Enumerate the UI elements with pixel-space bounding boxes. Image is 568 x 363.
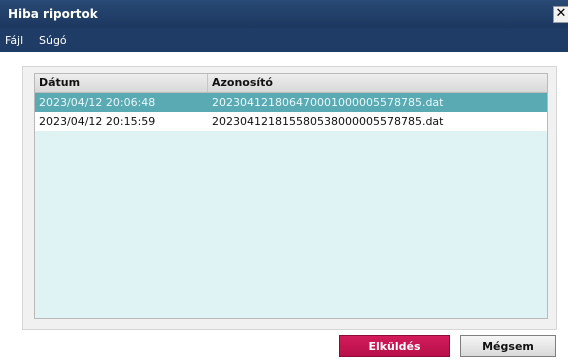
menu-item-file[interactable]: Fájl	[5, 34, 23, 47]
table-row[interactable]: 2023/04/12 20:15:59 20230412181558053800…	[35, 112, 547, 131]
close-icon: ✕	[555, 6, 567, 21]
table-row-selected[interactable]: 2023/04/12 20:06:48 20230412180647000100…	[35, 93, 547, 112]
reports-table: Dátum Azonosító 2023/04/12 20:06:48 2023…	[34, 73, 548, 319]
menu-item-help[interactable]: Súgó	[39, 34, 67, 47]
cell-date: 2023/04/12 20:15:59	[39, 115, 156, 128]
window-title: Hiba riportok	[8, 7, 98, 21]
send-button[interactable]: Elküldés	[339, 335, 450, 357]
table-header: Dátum Azonosító	[35, 74, 547, 93]
cancel-button[interactable]: Mégsem	[460, 335, 556, 357]
cell-id: 202304121806470001000005578785.dat	[212, 96, 444, 109]
reports-panel: Dátum Azonosító 2023/04/12 20:06:48 2023…	[22, 66, 557, 330]
dialog-content: Dátum Azonosító 2023/04/12 20:06:48 2023…	[0, 52, 568, 363]
cell-id: 202304121815580538000005578785.dat	[212, 115, 444, 128]
column-header-date[interactable]: Dátum	[35, 74, 208, 92]
cell-date: 2023/04/12 20:06:48	[39, 96, 156, 109]
close-button[interactable]: ✕	[553, 6, 568, 23]
column-header-id[interactable]: Azonosító	[209, 74, 547, 92]
menu-bar: Fájl Súgó	[0, 28, 568, 52]
title-bar: Hiba riportok ✕	[0, 0, 568, 28]
